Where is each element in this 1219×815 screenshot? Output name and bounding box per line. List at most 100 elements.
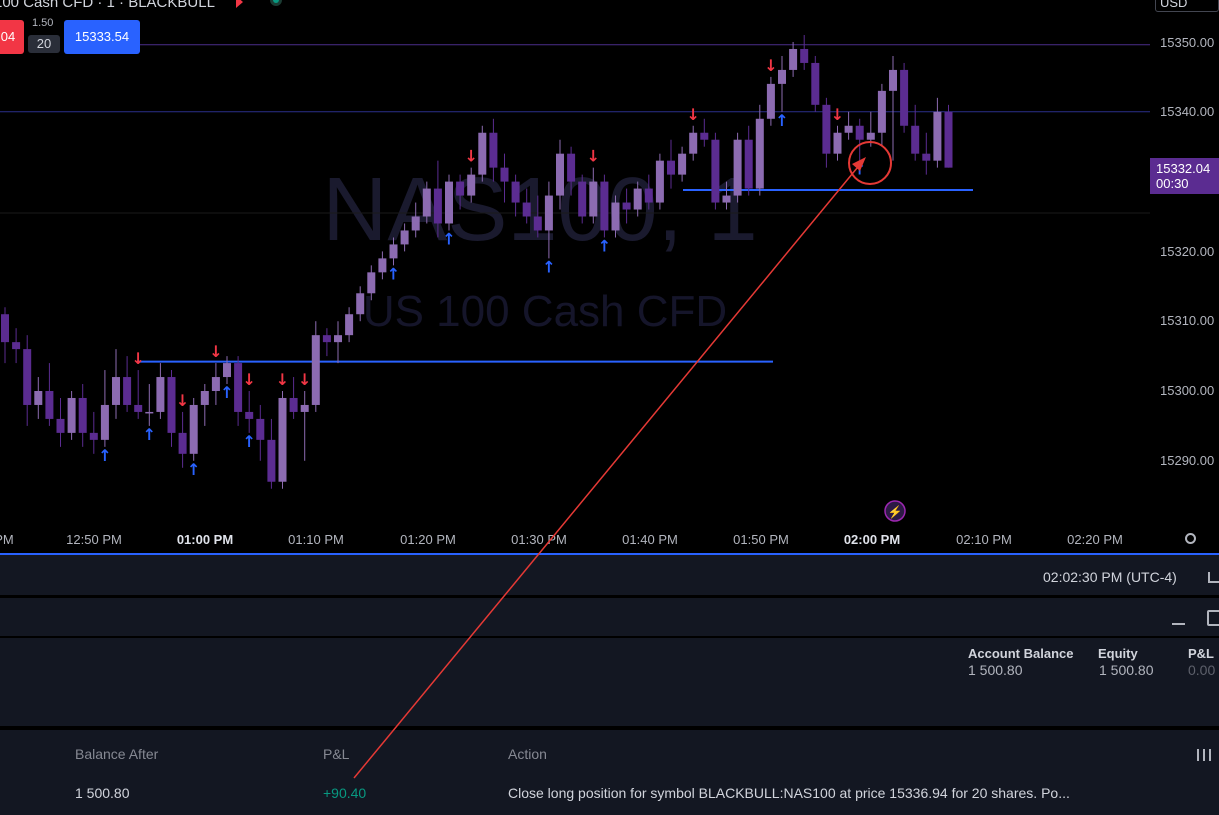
column-header-balance[interactable]: Balance After [75,746,158,762]
trading-panel-header [0,598,1219,636]
candle-body [433,188,442,224]
time-tick: 01:30 PM [511,532,567,547]
time-tick: 01:00 PM [176,532,234,547]
candle-body [578,181,587,217]
lightning-icon-glyph: ⚡ [888,505,903,519]
clock[interactable]: 02:02:30 PM (UTC-4) [1043,569,1177,585]
time-tick: 02:00 PM [843,532,901,547]
row-pnl: +90.40 [323,785,367,801]
candle-body [456,181,465,196]
maximize-icon[interactable] [1208,572,1219,583]
candle-body [489,132,498,168]
account-balance-label: Account Balance [968,646,1074,661]
candle-body [900,69,909,126]
candle-body [733,139,742,196]
candle-body [67,397,76,433]
sell-signal-arrow: ↓ [276,370,289,389]
candle-body [134,404,143,412]
candle-body [944,111,953,168]
candle-body [278,397,287,482]
minimize-icon[interactable] [1172,623,1185,625]
candle-body [389,244,398,259]
candle-body [655,160,664,203]
price-tick: 15310.00 [1160,313,1215,328]
column-header-action[interactable]: Action [508,746,547,762]
candle-body [567,153,576,182]
time-tick: 02:10 PM [956,532,1012,547]
candle-body [522,202,531,217]
settings-icon[interactable] [1185,533,1196,544]
buy-price: 15333.54 [74,29,130,44]
columns-icon[interactable] [1197,749,1211,761]
candle-body [611,202,620,231]
candle-body [766,83,775,119]
sell-signal-arrow: ↓ [686,105,699,124]
buy-signal-arrow: ↑ [220,383,233,402]
candle-body [544,195,553,231]
sell-signal-arrow: ↓ [176,391,189,410]
candle-body [755,118,764,189]
candle-body [589,181,598,217]
candle-body [100,404,109,440]
candle-body [23,349,32,405]
candle-body [789,48,798,70]
candle-body [500,167,509,182]
account-balance-value: 1 500.80 [968,662,1023,678]
price-tick: 15300.00 [1160,383,1215,398]
sell-signal-arrow: ↓ [464,147,477,166]
bar-countdown: 00:30 [1156,176,1189,191]
sell-signal-arrow: ↓ [131,349,144,368]
buy-signal-arrow: ↑ [598,236,611,255]
sell-signal-arrow: ↓ [298,370,311,389]
currency-select[interactable]: USD [1155,0,1219,12]
sell-price: 04 [0,29,16,44]
symbol-title[interactable]: 100 Cash CFD · 1 · BLACKBULL [0,0,215,11]
candle-body [89,432,98,440]
candle-body [45,391,54,419]
candle-body [467,174,476,196]
time-tick: 01:50 PM [733,532,789,547]
time-tick: 12:50 PM [66,532,122,547]
candle-body [533,216,542,231]
sell-signal-arrow: ↓ [831,105,844,124]
candle-body [12,342,21,350]
candle-body [356,293,365,315]
buy-button[interactable]: 15333.54 [64,20,140,54]
watermark-symbol: NAS100, 1 [322,160,757,260]
candle-body [633,188,642,210]
price-axis[interactable]: USD 15350.00 15340.00 15320.00 15310.00 … [1150,0,1219,555]
candle-body [189,404,198,454]
price-tick: 15340.00 [1160,104,1215,119]
candle-body [933,111,942,161]
pnl-value: 0.00 [1188,662,1216,678]
account-summary: Account Balance 1 500.80 Equity 1 500.80… [0,638,1219,726]
candle-body [289,397,298,412]
price-tick: 15320.00 [1160,244,1215,259]
candle-body [445,181,453,224]
current-price-label: 15332.04 00:30 [1150,158,1219,194]
candle-body [256,418,265,440]
maximize-panel-icon[interactable] [1207,610,1219,626]
candle-body [234,363,243,412]
current-price-value: 15332.04 [1156,161,1211,176]
buy-signal-arrow: ↑ [387,264,400,283]
time-tick: 01:10 PM [288,532,344,547]
price-chart[interactable]: NAS100, 1 US 100 Cash CFD ↑ ↑ ↑ ↑ ↑ ↑ ↑ ↑ ↑ ↑ ↑ ↓ ↓ ↓ ↓ ↓… [0,0,1150,525]
candle-body [223,363,231,378]
pnl-label: P&L [1188,646,1214,661]
candle-body [200,391,209,405]
candle-body [145,411,154,414]
quantity-field[interactable]: 20 [28,35,60,53]
candle-body [422,188,431,217]
candle-body [744,139,753,189]
candle-body [811,62,820,105]
candle-body [889,69,897,91]
time-tick: 01:40 PM [622,532,678,547]
candle-body [156,377,165,412]
watermark-description: US 100 Cash CFD [363,287,727,336]
candle-body [1,314,9,343]
buy-signal-arrow: ↑ [242,432,255,451]
candle-body [411,216,420,231]
sell-button[interactable]: 04 [0,20,24,54]
column-header-pnl[interactable]: P&L [323,746,349,762]
